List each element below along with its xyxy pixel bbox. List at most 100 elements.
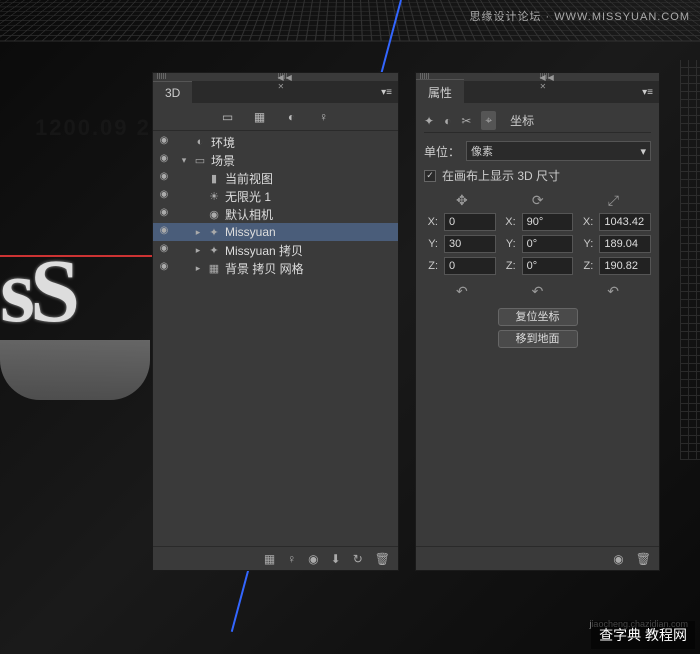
panel-menu-icon[interactable]: ▾≡ bbox=[375, 87, 398, 98]
prop-cap-icon[interactable]: ✂ bbox=[461, 114, 471, 128]
visibility-icon[interactable]: ◉ bbox=[157, 153, 171, 167]
chevron-down-icon: ▾ bbox=[640, 145, 646, 158]
node-label: 当前视图 bbox=[225, 170, 273, 187]
unit-label: 单位： bbox=[424, 143, 460, 160]
tab-properties[interactable]: 属性 bbox=[416, 79, 464, 105]
tree-row[interactable]: ◉▸✦Missyuan 拷贝 bbox=[153, 241, 398, 259]
footer-camera-icon[interactable]: ◉ bbox=[308, 552, 318, 566]
node-label: 无限光 1 bbox=[225, 188, 271, 205]
y-rot-input[interactable] bbox=[522, 235, 574, 253]
text3d-object[interactable]: sS bbox=[0, 240, 75, 343]
node-label: 环境 bbox=[211, 134, 235, 151]
show3d-label: 在画布上显示 3D 尺寸 bbox=[442, 167, 560, 184]
footer-render-icon[interactable]: ◉ bbox=[613, 552, 623, 566]
coord-header: ✥ ⟳ ⤢ bbox=[424, 192, 651, 209]
z-rot-input[interactable] bbox=[522, 257, 574, 275]
panel-properties: ◀◀ ✕ 属性 ▾≡ ✦ ◐ ✂ ⌖ 坐标 单位： 像素▾ ✓ 在画布上显示 3… bbox=[415, 72, 660, 571]
z-label: Z: bbox=[502, 260, 516, 272]
tree-row[interactable]: ◉ ☀ 无限光 1 bbox=[153, 187, 398, 205]
background-timestamp: 1200.09 25 bbox=[35, 115, 165, 141]
panel-collapse-icon[interactable]: ◀◀ ✕ bbox=[278, 73, 288, 79]
z-scale-input[interactable] bbox=[599, 257, 651, 275]
watermark-bottom: 查字典 教程网 bbox=[591, 621, 695, 649]
watermark-top: 思缘设计论坛 · WWW.MISSYUAN.COM bbox=[469, 8, 690, 24]
tree-row[interactable]: ◉ ◉ 默认相机 bbox=[153, 205, 398, 223]
visibility-icon[interactable]: ◉ bbox=[157, 261, 171, 275]
panel-footer-prop: ◉ 🗑 bbox=[416, 546, 659, 570]
filter-scene-icon[interactable]: ▭ bbox=[220, 109, 236, 125]
tree-row[interactable]: ◉ ◐ 环境 bbox=[153, 133, 398, 151]
reset-scale-icon[interactable]: ↶ bbox=[607, 283, 619, 300]
tab-bar: 属性 ▾≡ bbox=[416, 81, 659, 103]
visibility-icon[interactable]: ◉ bbox=[157, 225, 171, 239]
filter-light-icon[interactable]: ♀ bbox=[316, 109, 332, 125]
filter-material-icon[interactable]: ◐ bbox=[284, 109, 300, 125]
footer-render-icon[interactable]: ⬇ bbox=[331, 552, 341, 566]
footer-delete-icon[interactable]: 🗑 bbox=[636, 552, 651, 566]
x-label: X: bbox=[424, 216, 438, 228]
node-type-icon: ◉ bbox=[207, 208, 221, 221]
node-type-icon: ☀ bbox=[207, 190, 221, 203]
footer-delete-icon[interactable]: 🗑 bbox=[375, 552, 390, 566]
x-pos-input[interactable] bbox=[444, 213, 496, 231]
node-label: Missyuan 拷贝 bbox=[225, 242, 303, 259]
move-icon: ✥ bbox=[456, 192, 468, 209]
node-type-icon: ▦ bbox=[207, 262, 221, 275]
disclosure-icon[interactable]: ▸ bbox=[193, 263, 203, 274]
unit-dropdown[interactable]: 像素▾ bbox=[466, 141, 651, 161]
x-label: X: bbox=[579, 216, 593, 228]
grid-plane-right bbox=[680, 60, 700, 460]
disclosure-icon[interactable]: ▸ bbox=[193, 227, 203, 238]
visibility-icon[interactable]: ◉ bbox=[157, 171, 171, 185]
node-label: 背景 拷贝 网格 bbox=[225, 260, 304, 277]
reset-coords-button[interactable]: 复位坐标 bbox=[498, 308, 578, 326]
tree-row[interactable]: ◉ ▮ 当前视图 bbox=[153, 169, 398, 187]
prop-coord-icon[interactable]: ⌖ bbox=[481, 111, 496, 130]
prop-mesh-icon[interactable]: ✦ bbox=[424, 114, 434, 128]
text3d-extrusion bbox=[0, 340, 150, 400]
y-label: Y: bbox=[502, 238, 516, 250]
y-label: Y: bbox=[579, 238, 593, 250]
prop-deform-icon[interactable]: ◐ bbox=[444, 114, 451, 128]
visibility-icon[interactable]: ◉ bbox=[157, 207, 171, 221]
node-label: 默认相机 bbox=[225, 206, 273, 223]
coord-grid: X: X: X: Y: Y: Y: Z: Z: Z: bbox=[424, 213, 651, 275]
visibility-icon[interactable]: ◉ bbox=[157, 135, 171, 149]
panel-collapse-icon[interactable]: ◀◀ ✕ bbox=[540, 73, 550, 79]
panel-3d: ◀◀ ✕ 3D ▾≡ ▭ ▦ ◐ ♀ ◉◐环境◉▾▭场景◉▮当前视图◉☀无限光 … bbox=[152, 72, 399, 571]
disclosure-icon[interactable]: ▸ bbox=[193, 245, 203, 256]
node-type-icon: ▮ bbox=[207, 172, 221, 185]
y-scale-input[interactable] bbox=[599, 235, 651, 253]
x-rot-input[interactable] bbox=[522, 213, 574, 231]
tab-bar: 3D ▾≡ bbox=[153, 81, 398, 103]
panel-menu-icon[interactable]: ▾≡ bbox=[636, 87, 659, 98]
reset-icons-row: ↶ ↶ ↶ bbox=[424, 283, 651, 300]
panel-footer-3d: ▦ ♀ ◉ ⬇ ↻ 🗑 bbox=[153, 546, 398, 570]
scene-tree: ◉◐环境◉▾▭场景◉▮当前视图◉☀无限光 1◉◉默认相机◉▸✦Missyuan◉… bbox=[153, 131, 398, 279]
tree-row[interactable]: ◉ ▸ ▦ 背景 拷贝 网格 bbox=[153, 259, 398, 277]
move-to-ground-button[interactable]: 移到地面 bbox=[498, 330, 578, 348]
show3d-checkbox[interactable]: ✓ bbox=[424, 170, 436, 182]
footer-light-icon[interactable]: ♀ bbox=[287, 552, 296, 566]
x-scale-input[interactable] bbox=[599, 213, 651, 231]
tab-3d[interactable]: 3D bbox=[153, 81, 192, 104]
node-type-icon: ◐ bbox=[193, 136, 207, 148]
y-pos-input[interactable] bbox=[444, 235, 496, 253]
scale-icon: ⤢ bbox=[608, 192, 619, 209]
node-type-icon: ✦ bbox=[207, 226, 221, 239]
property-mode-bar: ✦ ◐ ✂ ⌖ 坐标 bbox=[424, 109, 651, 133]
visibility-icon[interactable]: ◉ bbox=[157, 189, 171, 203]
z-pos-input[interactable] bbox=[444, 257, 496, 275]
footer-search-icon[interactable]: ▦ bbox=[264, 552, 275, 566]
footer-add-icon[interactable]: ↻ bbox=[353, 552, 363, 566]
node-type-icon: ▭ bbox=[193, 154, 207, 167]
disclosure-icon[interactable]: ▾ bbox=[179, 155, 189, 166]
tree-row[interactable]: ◉▾▭场景 bbox=[153, 151, 398, 169]
visibility-icon[interactable]: ◉ bbox=[157, 243, 171, 257]
reset-rot-icon[interactable]: ↶ bbox=[532, 283, 544, 300]
reset-pos-icon[interactable]: ↶ bbox=[456, 283, 468, 300]
tree-row[interactable]: ◉▸✦Missyuan bbox=[153, 223, 398, 241]
rotate-icon: ⟳ bbox=[532, 192, 544, 209]
filter-mesh-icon[interactable]: ▦ bbox=[252, 109, 268, 125]
filter-bar: ▭ ▦ ◐ ♀ bbox=[153, 103, 398, 131]
